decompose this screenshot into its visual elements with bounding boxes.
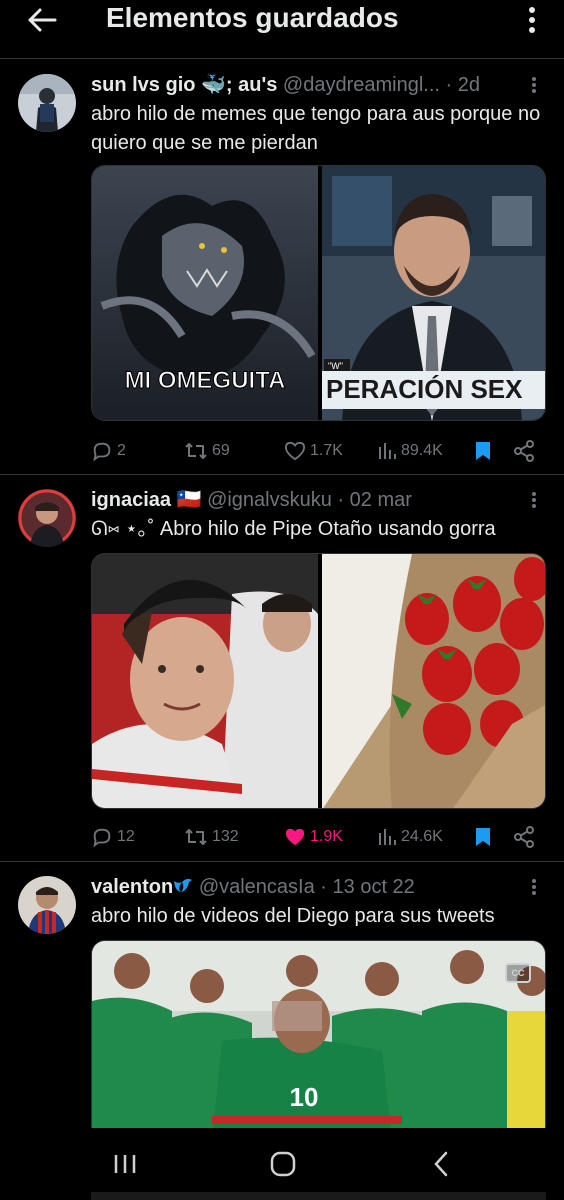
top-app-bar: Elementos guardados [0, 0, 564, 44]
more-vertical-icon [532, 77, 536, 93]
tweet[interactable]: valenton @valencasIa · 13 oct 22 abro hi… [0, 862, 564, 1140]
verified-badge-icon [174, 878, 193, 892]
tweet-text: ᘏ⑅ ⋆｡˚ Abro hilo de Pipe Otaño usando go… [91, 518, 496, 540]
tweet-more-button[interactable] [524, 72, 544, 98]
media-strip [91, 1192, 546, 1200]
tweet-media[interactable] [91, 553, 546, 809]
tweet-text: abro hilo de memes que tengo para aus po… [91, 103, 541, 154]
home-button[interactable] [258, 1142, 308, 1186]
handle[interactable]: @ignalvskuku [207, 489, 332, 511]
avatar[interactable] [18, 489, 76, 547]
like-count: 1.7K [310, 442, 343, 459]
tweet-media[interactable]: PERACIÓN SEX "W" MI OMEGUITA [91, 165, 546, 421]
like-button[interactable]: 1.9K [284, 823, 343, 851]
back-button[interactable] [24, 4, 60, 36]
bookmark-icon [476, 442, 490, 460]
avatar[interactable] [18, 74, 76, 132]
view-count: 24.6K [401, 828, 443, 845]
view-count: 89.4K [401, 442, 443, 459]
share-icon [514, 440, 534, 462]
more-options-button[interactable] [518, 2, 546, 38]
like-button[interactable]: 1.7K [284, 437, 343, 465]
tweet-actions: 2 69 1.7K 89.4K [91, 437, 546, 465]
meme-caption-1: MI OMEGUITA [125, 367, 286, 394]
system-navigation-bar [0, 1128, 564, 1200]
share-button[interactable] [513, 823, 535, 851]
tweet[interactable]: sun lvs gio 🐳; au's @daydreamingl... · 2… [0, 60, 564, 474]
repost-count: 69 [212, 442, 230, 459]
reply-icon [93, 442, 111, 462]
reply-count: 2 [117, 442, 126, 459]
display-name[interactable]: valenton [91, 876, 173, 898]
closed-captions-button[interactable]: CC [505, 963, 531, 983]
tweet-text: abro hilo de videos del Diego para sus t… [91, 905, 495, 927]
system-back-button[interactable] [416, 1142, 466, 1186]
recent-apps-icon [114, 1155, 136, 1173]
bookmark-button[interactable] [474, 437, 492, 465]
tweet-more-button[interactable] [524, 874, 544, 900]
heart-filled-icon [285, 828, 305, 846]
tweet-header: ignaciaa 🇨🇱 @ignalvskuku · 02 mar [91, 487, 521, 513]
reply-count: 12 [117, 828, 135, 845]
views-icon [379, 443, 396, 459]
share-icon [514, 826, 534, 848]
avatar[interactable] [18, 876, 76, 934]
more-vertical-icon [532, 492, 536, 508]
meme-tag: "W" [328, 361, 343, 371]
home-icon [270, 1151, 296, 1177]
meme-caption-2: PERACIÓN SEX [326, 374, 523, 404]
reply-button[interactable]: 2 [91, 437, 126, 465]
recent-apps-button[interactable] [100, 1142, 150, 1186]
repost-button[interactable]: 69 [184, 437, 230, 465]
handle[interactable]: @valencasIa [199, 876, 315, 898]
tweet-header: valenton @valencasIa · 13 oct 22 [91, 874, 521, 900]
page-title: Elementos guardados [106, 2, 399, 33]
bookmark-button[interactable] [474, 823, 492, 851]
repost-icon [185, 443, 207, 459]
share-button[interactable] [513, 437, 535, 465]
bookmark-icon [476, 828, 490, 846]
repost-count: 132 [212, 828, 239, 845]
back-icon [434, 1151, 448, 1177]
tweet-more-button[interactable] [524, 487, 544, 513]
more-vertical-icon [529, 7, 535, 33]
display-name[interactable]: sun lvs gio 🐳; au's [91, 74, 277, 96]
views-button[interactable]: 89.4K [377, 437, 443, 465]
timestamp[interactable]: · 13 oct 22 [320, 876, 415, 898]
reply-button[interactable]: 12 [91, 823, 135, 851]
timestamp[interactable]: · 2d [446, 74, 480, 96]
jersey-number: 10 [290, 1082, 319, 1112]
tweet-video[interactable]: 10 CC [91, 940, 546, 1140]
reply-icon [93, 828, 111, 848]
repost-button[interactable]: 132 [184, 823, 239, 851]
heart-icon [284, 441, 306, 461]
like-count: 1.9K [310, 828, 343, 845]
more-vertical-icon [532, 879, 536, 895]
arrow-left-icon [28, 8, 57, 32]
repost-icon [185, 829, 207, 845]
handle[interactable]: @daydreamingl... [283, 74, 440, 96]
tweet-actions: 12 132 1.9K 24.6K [91, 823, 546, 851]
divider [0, 58, 564, 59]
tweet[interactable]: ignaciaa 🇨🇱 @ignalvskuku · 02 mar ᘏ⑅ ⋆｡˚… [0, 475, 564, 861]
views-button[interactable]: 24.6K [377, 823, 443, 851]
display-name[interactable]: ignaciaa 🇨🇱 [91, 489, 202, 511]
timestamp[interactable]: · 02 mar [337, 489, 411, 511]
tweet-header: sun lvs gio 🐳; au's @daydreamingl... · 2… [91, 72, 521, 98]
views-icon [379, 829, 396, 845]
